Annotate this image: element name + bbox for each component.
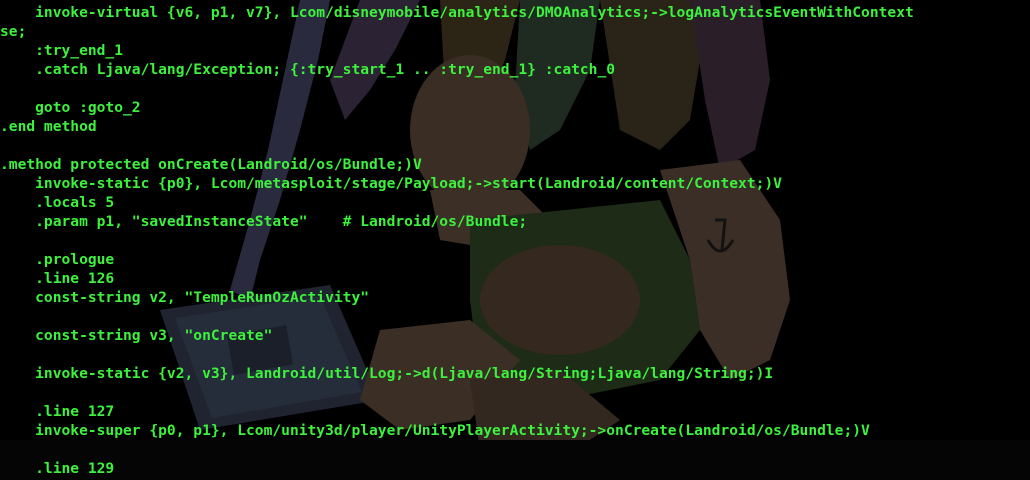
terminal-window[interactable]: invoke-virtual {v6, p1, v7}, Lcom/disney… <box>0 0 1030 480</box>
code-line: .prologue <box>0 251 115 268</box>
code-line: .catch Ljava/lang/Exception; {:try_start… <box>0 61 616 78</box>
code-line: invoke-static {p0}, Lcom/metasploit/stag… <box>0 175 782 192</box>
code-line: :try_end_1 <box>0 42 124 59</box>
code-line: .line 127 <box>0 403 115 420</box>
code-line: .line 126 <box>0 270 115 287</box>
code-line: const-string v2, "TempleRunOzActivity" <box>0 289 370 306</box>
code-line: .end method <box>0 118 97 135</box>
code-line: const-string v3, "onCreate" <box>0 327 273 344</box>
code-line: se; <box>0 23 27 40</box>
code-line: .locals 5 <box>0 194 115 211</box>
smali-code-listing[interactable]: invoke-virtual {v6, p1, v7}, Lcom/disney… <box>0 3 914 478</box>
code-line: invoke-super {p0, p1}, Lcom/unity3d/play… <box>0 422 870 439</box>
code-line: .line 129 <box>0 460 115 477</box>
code-line: invoke-virtual {v6, p1, v7}, Lcom/disney… <box>0 4 914 21</box>
code-line: .param p1, "savedInstanceState" # Landro… <box>0 213 528 230</box>
code-line: .method protected onCreate(Landroid/os/B… <box>0 156 422 173</box>
code-line: invoke-static {v2, v3}, Landroid/util/Lo… <box>0 365 774 382</box>
code-line: goto :goto_2 <box>0 99 141 116</box>
